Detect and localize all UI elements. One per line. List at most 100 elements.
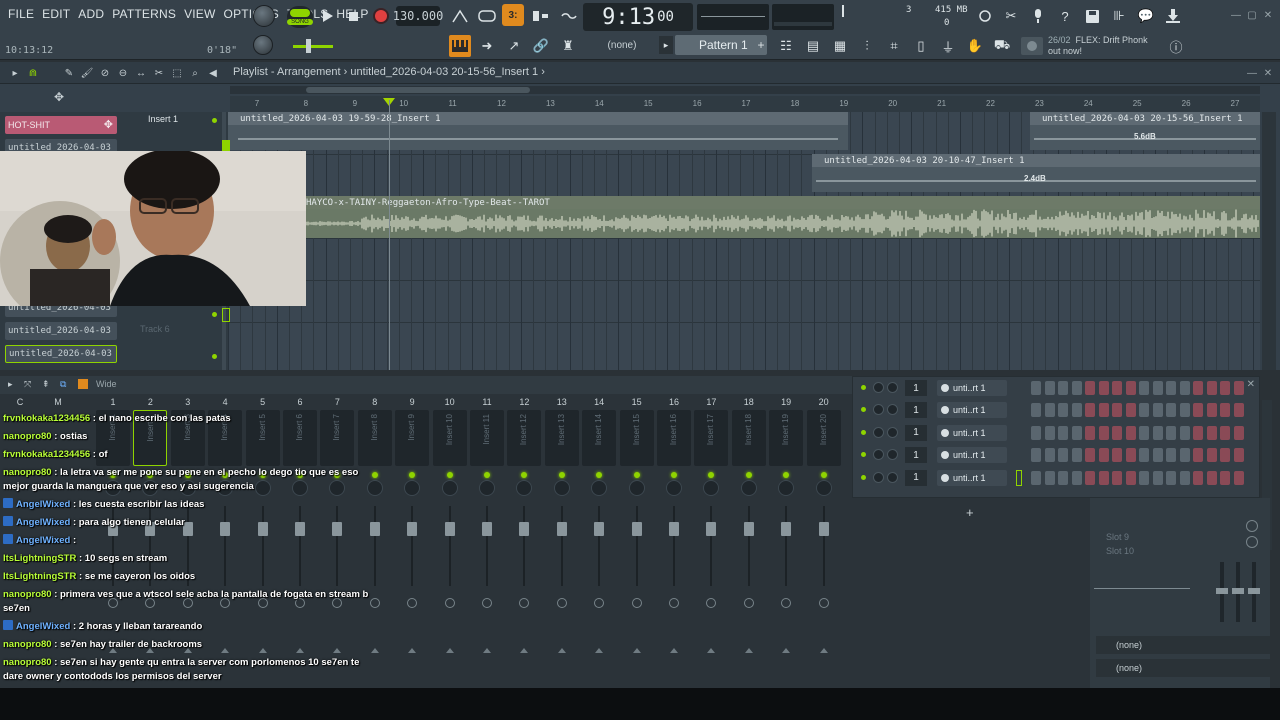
strip-fader[interactable]: [594, 522, 605, 536]
master-volume-knob[interactable]: [253, 5, 275, 27]
step-button[interactable]: [1058, 470, 1068, 485]
close-button[interactable]: ✕: [1261, 8, 1275, 22]
playlist-view-button[interactable]: ☷: [775, 35, 797, 57]
playlist-vscroll[interactable]: [1262, 112, 1276, 370]
clip-4[interactable]: HAYCO-x-TAINY-Reggaeton-Afro-Type-Beat--…: [306, 196, 1260, 238]
channel-volume-knob[interactable]: [873, 404, 884, 416]
strip-send-arrow-icon[interactable]: [707, 648, 716, 653]
channel-mixer-number[interactable]: 1: [905, 380, 927, 396]
step-button[interactable]: [1206, 403, 1217, 418]
step-button[interactable]: [1233, 381, 1244, 395]
piano-roll-view-button[interactable]: ▤: [802, 35, 824, 57]
ruler-bar-label[interactable]: 10: [399, 99, 408, 108]
strip-mute-led[interactable]: [521, 472, 528, 478]
track-1-led[interactable]: [212, 118, 217, 123]
wait-input-button[interactable]: [476, 5, 498, 27]
pat-song-toggle[interactable]: SONG: [287, 6, 313, 28]
step-button[interactable]: [1085, 470, 1095, 485]
step-button[interactable]: [1179, 448, 1190, 463]
strip-pan-knob[interactable]: [740, 480, 757, 496]
step-button[interactable]: [1206, 381, 1217, 395]
strip-fader[interactable]: [482, 522, 492, 536]
plugin-picker-button[interactable]: ⌗: [883, 35, 905, 57]
strip-pan-knob[interactable]: [404, 480, 421, 496]
mixer-strip[interactable]: Insert 9: [395, 410, 430, 466]
strip-route-knob[interactable]: [706, 598, 717, 608]
channel-led[interactable]: [861, 429, 866, 435]
rack-channel-row[interactable]: 1 unti..rt 1: [853, 378, 1259, 398]
step-button[interactable]: [1058, 381, 1068, 395]
step-button[interactable]: [1139, 403, 1149, 418]
step-button[interactable]: [1233, 470, 1244, 485]
step-button[interactable]: [1139, 448, 1149, 463]
step-button[interactable]: [1193, 425, 1203, 440]
step-button[interactable]: [1031, 448, 1041, 463]
picker-pattern-4[interactable]: untitled_2026-04-03 20-: [5, 345, 117, 363]
step-button[interactable]: [1152, 381, 1163, 395]
step-button[interactable]: [1206, 448, 1217, 463]
step-button[interactable]: [1112, 403, 1122, 418]
strip-fader[interactable]: [444, 522, 455, 536]
strip-route-knob[interactable]: [482, 598, 492, 608]
tempo-display[interactable]: 130.000: [393, 6, 443, 26]
channel-mixer-number[interactable]: 1: [905, 424, 927, 441]
mixer-strip[interactable]: Insert 13: [544, 410, 579, 466]
channel-name-button[interactable]: unti..rt 1: [937, 447, 1007, 464]
mixer-menu-icon[interactable]: ▸: [8, 379, 13, 390]
ruler-bar-label[interactable]: 14: [595, 99, 604, 108]
news-expand-button[interactable]: ⓘ: [1165, 35, 1187, 57]
strip-mute-led[interactable]: [371, 472, 378, 478]
strip-fader[interactable]: [556, 522, 567, 536]
add-pattern-button[interactable]: +: [754, 36, 768, 54]
ruler-bar-label[interactable]: 26: [1182, 99, 1191, 108]
strip-fader[interactable]: [369, 522, 380, 536]
step-button[interactable]: [1125, 381, 1136, 395]
step-button[interactable]: [1112, 381, 1122, 395]
track-5-led[interactable]: [212, 312, 217, 317]
strip-send-arrow-icon[interactable]: [632, 648, 641, 653]
strip-mute-led[interactable]: [820, 472, 827, 478]
strip-send-arrow-icon[interactable]: [819, 648, 828, 653]
playlist-grid[interactable]: untitled_2026-04-03 19-59-28_Insert 1 un…: [228, 112, 1266, 370]
magnet-icon[interactable]: ⋒: [26, 66, 40, 80]
strip-fader[interactable]: [220, 522, 231, 536]
download-button[interactable]: [1162, 5, 1184, 27]
mixer-strip[interactable]: Insert 6: [283, 410, 317, 466]
select-tool-icon[interactable]: ⬚: [170, 66, 184, 80]
mixer-strip[interactable]: Insert 5: [245, 410, 280, 466]
strip-pan-knob[interactable]: [292, 480, 308, 496]
rack-channel-row[interactable]: 1 unti..rt 1: [853, 400, 1259, 420]
song-position-clock[interactable]: 9:13 00: [583, 3, 693, 31]
track-6-led[interactable]: [212, 354, 217, 359]
step-button[interactable]: [1139, 425, 1149, 440]
mute-tool-icon[interactable]: ⊖: [116, 66, 130, 80]
insert-eq-selector-1[interactable]: (none): [1096, 636, 1270, 654]
strip-route-knob[interactable]: [818, 598, 829, 608]
insert-knob-1[interactable]: [1246, 520, 1258, 532]
strip-fader[interactable]: [818, 522, 829, 536]
mixer-strip[interactable]: Insert 17: [694, 410, 729, 466]
strip-mute-led[interactable]: [409, 472, 416, 478]
loop-record-button[interactable]: [558, 5, 580, 27]
step-button[interactable]: [1193, 448, 1203, 463]
ruler-bar-label[interactable]: 9: [353, 99, 357, 108]
step-button[interactable]: [1220, 448, 1230, 463]
strip-mute-led[interactable]: [596, 472, 603, 478]
rack-channel-row[interactable]: 1 unti..rt 1: [853, 468, 1259, 488]
cart-button[interactable]: ⛟: [991, 35, 1013, 57]
step-button[interactable]: [1044, 448, 1055, 463]
ruler-bar-label[interactable]: 11: [448, 99, 456, 108]
strip-route-knob[interactable]: [631, 598, 642, 608]
track-6-name[interactable]: Track 6: [140, 324, 170, 334]
piano-roll-button[interactable]: [449, 35, 471, 57]
ruler-bar-label[interactable]: 25: [1133, 99, 1142, 108]
strip-send-arrow-icon[interactable]: [296, 648, 304, 653]
step-button[interactable]: [1044, 470, 1055, 485]
strip-mute-led[interactable]: [633, 472, 640, 478]
channel-rack-button[interactable]: ▦: [829, 35, 851, 57]
play-button[interactable]: [316, 5, 340, 27]
ruler-bar-label[interactable]: 12: [497, 99, 506, 108]
ruler-bar-label[interactable]: 8: [304, 99, 308, 108]
strip-route-knob[interactable]: [669, 598, 679, 608]
slip-tool-icon[interactable]: ↔: [134, 66, 148, 80]
